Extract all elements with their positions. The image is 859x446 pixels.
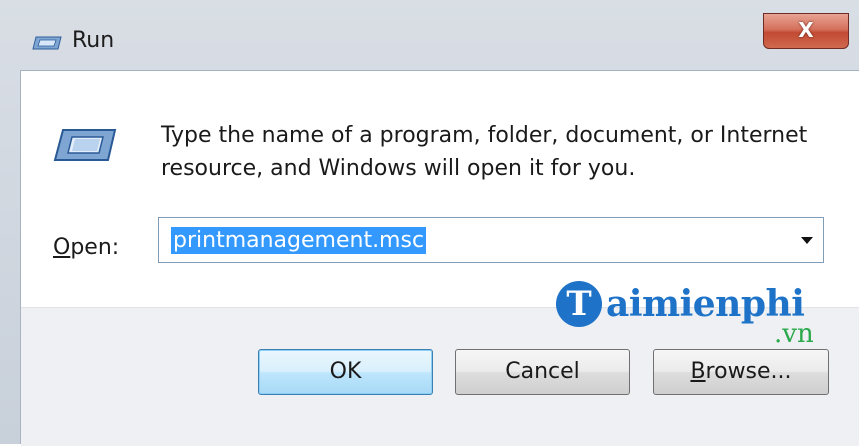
close-button[interactable]: X (763, 13, 849, 49)
chevron-down-icon[interactable] (801, 237, 813, 244)
dialog-body: Type the name of a program, folder, docu… (20, 70, 859, 446)
window-title: Run (72, 28, 115, 53)
open-label: Open: (53, 235, 119, 260)
watermark-logo: T aimienphi .vn (556, 281, 856, 351)
browse-rest: rowse... (705, 359, 792, 384)
watermark-initial: T (556, 281, 602, 327)
title-bar[interactable]: Run X (0, 0, 859, 70)
close-icon: X (798, 18, 814, 42)
run-icon (32, 36, 62, 50)
cancel-button[interactable]: Cancel (455, 349, 630, 395)
browse-accel: B (690, 359, 706, 384)
browse-button[interactable]: Browse... (653, 349, 829, 395)
open-combobox[interactable]: printmanagement.msc (158, 217, 824, 263)
open-input[interactable]: printmanagement.msc (171, 227, 427, 254)
run-icon (53, 129, 117, 161)
watermark-suffix: .vn (774, 319, 814, 349)
run-dialog-window: Run X Type the name of a program, folder… (0, 0, 859, 446)
open-label-rest: pen: (70, 235, 120, 260)
ok-button[interactable]: OK (258, 349, 433, 395)
dialog-description: Type the name of a program, folder, docu… (161, 123, 808, 181)
open-label-accel: O (53, 235, 71, 260)
